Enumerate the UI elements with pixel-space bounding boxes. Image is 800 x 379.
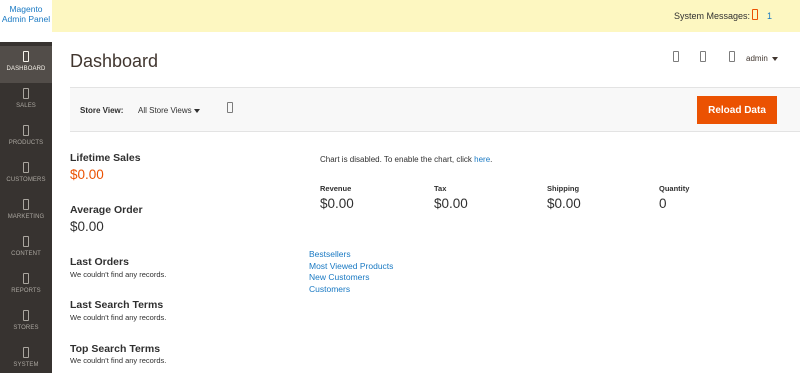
top-search-terms-title: Top Search Terms [70,343,161,355]
total-label-quantity: Quantity [659,184,690,193]
reports-icon [23,273,29,284]
tab-new-customers[interactable]: New Customers [309,272,369,282]
marketing-icon [23,199,29,210]
top-search-terms-empty: We couldn't find any records. [70,356,167,365]
nav-label: STORES [13,325,39,331]
admin-sidebar: Magento Admin Panel DASHBOARD SALES PROD… [0,0,52,373]
products-icon [23,125,29,136]
logo-line2: Admin Panel [1,14,51,24]
nav-customers[interactable]: CUSTOMERS [0,157,52,194]
last-search-terms-title: Last Search Terms [70,299,164,311]
tab-bestsellers[interactable]: Bestsellers [309,249,351,259]
average-order-title: Average Order [70,204,143,216]
system-messages-label: System Messages: [674,11,751,21]
page-title: Dashboard [70,51,159,71]
last-search-terms-empty: We couldn't find any records. [70,313,167,322]
nav-sales[interactable]: SALES [0,83,52,120]
chart-disabled-notice: Chart is disabled. To enable the chart, … [320,155,492,164]
total-value-quantity: 0 [659,196,667,211]
total-value-shipping: $0.00 [547,196,581,211]
logo-line1: Magento [9,4,43,14]
nav-stores[interactable]: STORES [0,305,52,342]
store-view-label: Store View: [80,106,124,115]
magento-logo[interactable]: Magento Admin Panel [0,0,52,42]
total-label-revenue: Revenue [320,184,352,193]
last-orders-title: Last Orders [70,256,129,268]
dashboard-icon [23,51,29,62]
chart-notice-text: Chart is disabled. To enable the chart, … [320,155,475,164]
nav-label: CUSTOMERS [6,177,46,183]
nav-dashboard[interactable]: DASHBOARD [0,46,52,83]
chart-notice-suffix: . [490,155,493,164]
lifetime-sales-value: $0.00 [70,167,104,182]
last-orders-empty: We couldn't find any records. [70,270,167,279]
search-icon[interactable] [700,51,706,62]
nav-reports[interactable]: REPORTS [0,268,52,305]
admin-user-menu[interactable]: admin [746,54,768,63]
total-label-tax: Tax [434,184,447,193]
user-icon[interactable] [729,51,735,62]
total-value-revenue: $0.00 [320,196,354,211]
reload-data-button[interactable]: Reload Data [697,96,777,124]
lifetime-sales-title: Lifetime Sales [70,152,141,164]
nav-label: CONTENT [11,251,41,257]
chevron-down-icon[interactable] [194,109,200,113]
nav-label: REPORTS [11,288,41,294]
enable-chart-link[interactable]: here [474,155,490,164]
content-icon [23,236,29,247]
store-view-select[interactable]: All Store Views [138,106,192,115]
nav-system[interactable]: SYSTEM [0,342,52,379]
nav-label: SALES [16,103,36,109]
system-messages-bar: System Messages: 1 [52,0,800,32]
nav-products[interactable]: PRODUCTS [0,120,52,157]
total-value-tax: $0.00 [434,196,468,211]
average-order-value: $0.00 [70,219,104,234]
help-icon[interactable] [227,102,233,113]
nav-label: DASHBOARD [6,66,46,72]
system-messages-count[interactable]: 1 [767,11,772,21]
sales-icon [23,88,29,99]
nav-label: SYSTEM [13,362,39,368]
notifications-icon[interactable] [673,51,679,62]
tab-most-viewed-products[interactable]: Most Viewed Products [309,261,393,271]
chevron-down-icon[interactable] [772,57,778,61]
customers-icon [23,162,29,173]
system-icon [23,347,29,358]
tab-customers[interactable]: Customers [309,284,350,294]
system-message-icon[interactable] [752,9,758,20]
nav-label: PRODUCTS [8,140,44,146]
total-label-shipping: Shipping [547,184,580,193]
nav-marketing[interactable]: MARKETING [0,194,52,231]
nav-content[interactable]: CONTENT [0,231,52,268]
store-switcher-bar: Store View: All Store Views Reload Data [70,87,800,132]
stores-icon [23,310,29,321]
nav-label: MARKETING [7,214,45,220]
